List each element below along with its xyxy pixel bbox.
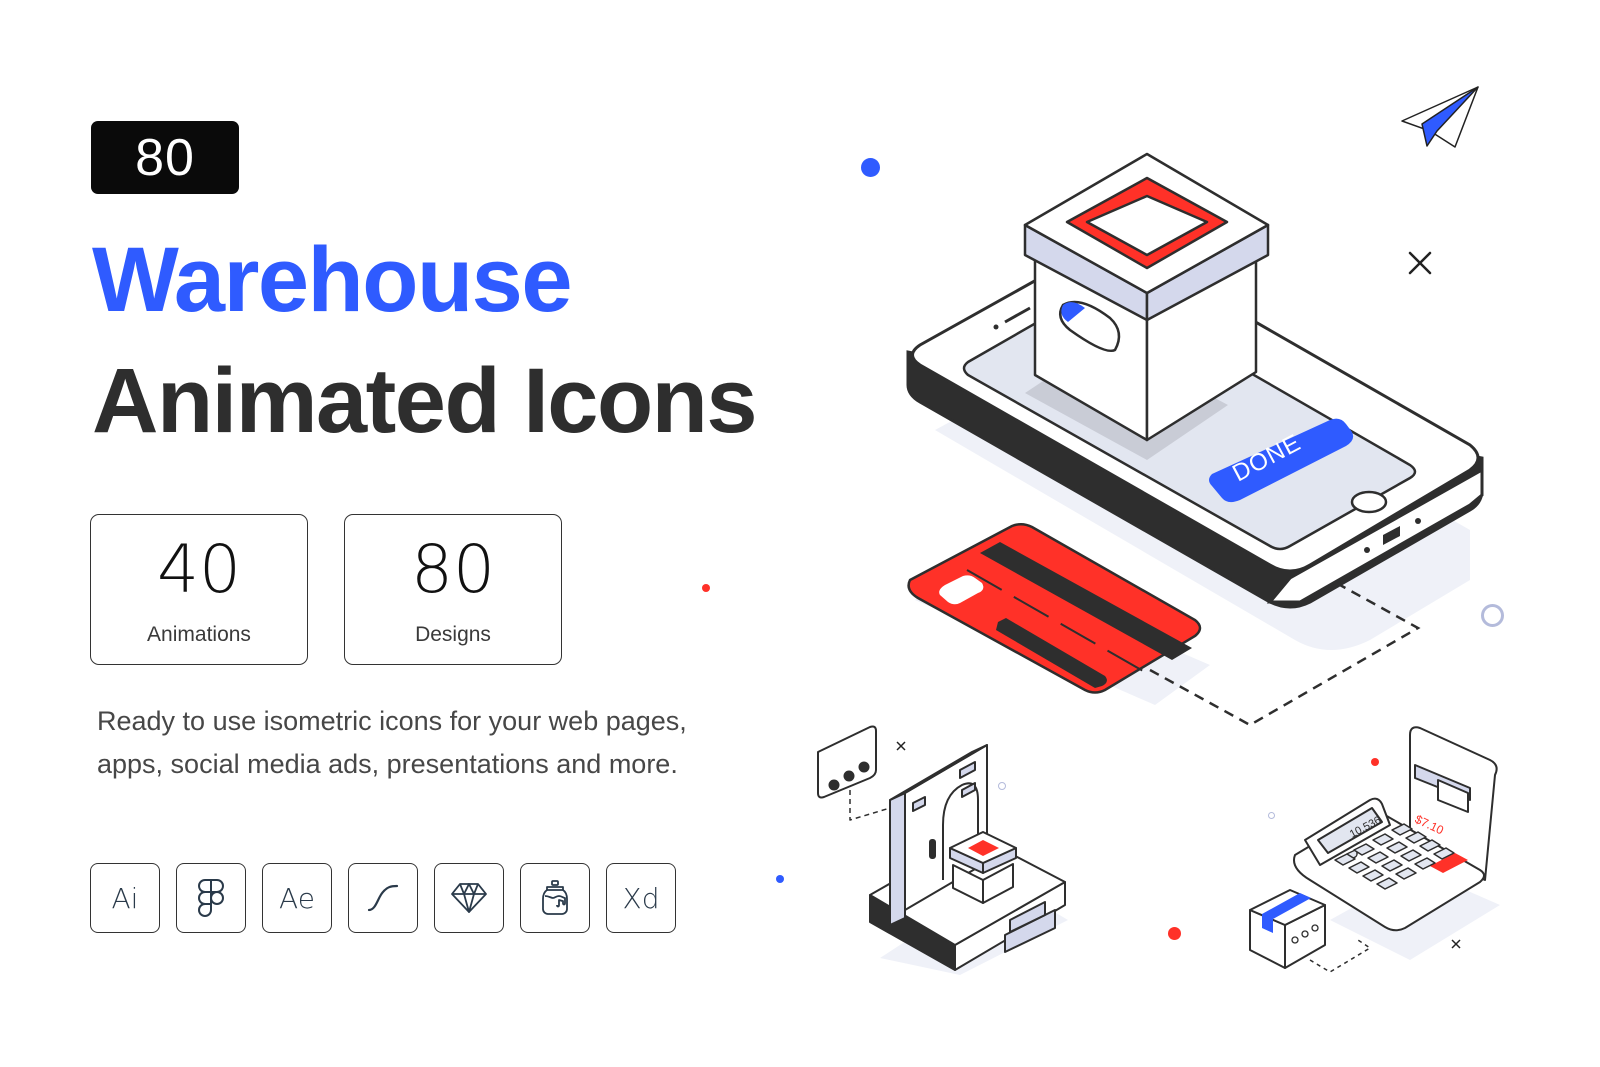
- calculator-illustration: $7.10 10.536: [1249, 726, 1500, 973]
- close-x-icon: [1408, 251, 1432, 275]
- paper-plane-icon: [1401, 86, 1479, 148]
- warehouse-gate-illustration: [817, 725, 1068, 975]
- close-x-icon: [896, 741, 906, 751]
- main-illustration: DONE $7.10 10.536: [817, 86, 1500, 975]
- close-x-icon: [1451, 939, 1461, 949]
